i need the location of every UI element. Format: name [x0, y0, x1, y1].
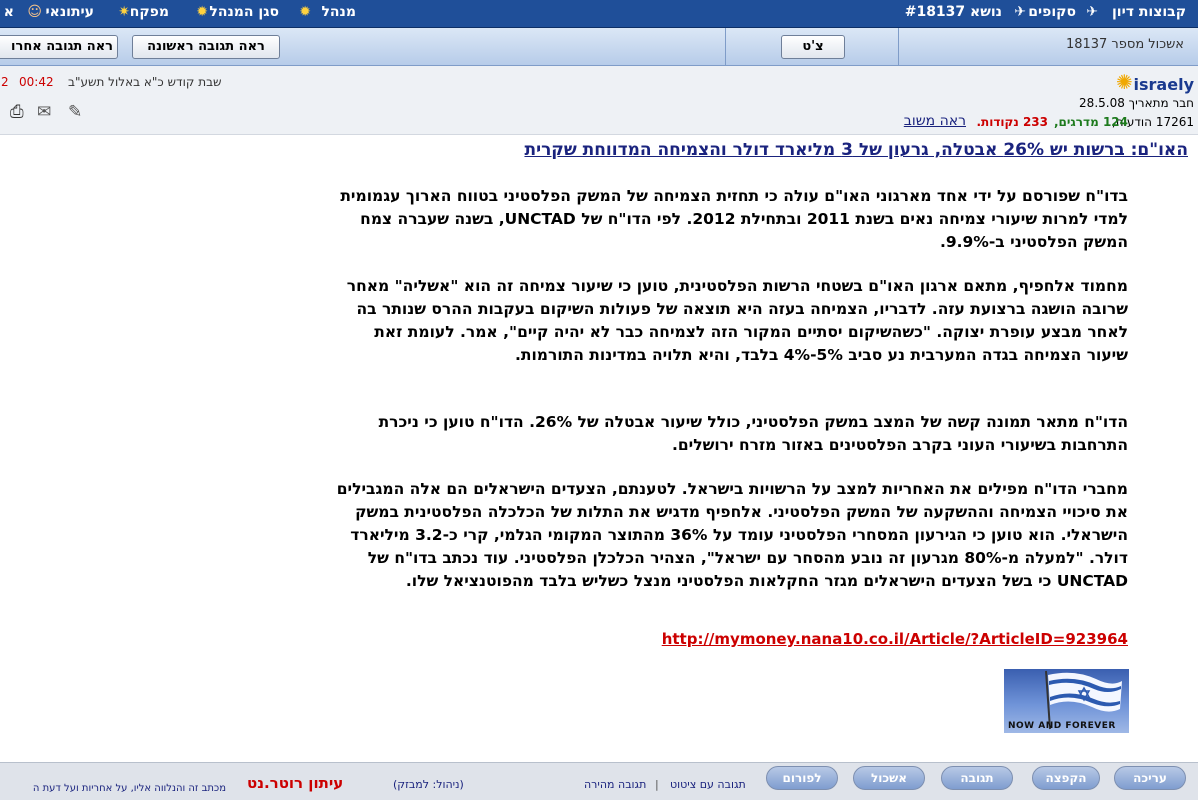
quote-reply-link[interactable]: תגובה עם ציטוט [670, 778, 746, 791]
moderation-link[interactable]: (ניהול: למבזק) [393, 778, 464, 791]
post-number: 2 [1, 75, 9, 89]
see-feedback-link[interactable]: ראה משוב [904, 113, 966, 129]
last-reply-button[interactable]: ראה תגובה אחרו [0, 35, 118, 59]
site-brand[interactable]: עיתון רוטר.נט [247, 774, 343, 792]
person-icon: ☺ [27, 4, 42, 20]
points-count: 233 נקודות. [976, 115, 1048, 129]
source-link[interactable]: http://mymoney.nana10.co.il/Article/?Art… [662, 630, 1128, 648]
reply-button[interactable]: תגובה [941, 766, 1013, 790]
username[interactable]: israely [1134, 75, 1194, 94]
rank-star-icon: ✺ [1116, 70, 1133, 94]
first-reply-button[interactable]: ראה תגובה ראשונה [132, 35, 280, 59]
chat-button[interactable]: צ'ט [781, 35, 845, 59]
article-paragraph: מחברי הדו"ח מפילים את האחריות למצב על הר… [336, 480, 1128, 590]
article-body: בדו"ח שפורסם על ידי אחד מארגוני האו"ם עו… [328, 185, 1128, 614]
nav-forums[interactable]: קבוצות דיון [1112, 4, 1186, 20]
edit-button[interactable]: עריכה [1114, 766, 1186, 790]
sun-icon: ✹ [196, 4, 208, 20]
flag-caption: NOW AND FOREVER [1008, 721, 1116, 731]
nav-truncated[interactable]: א [4, 4, 14, 20]
ratings-count: 124 מדרגים, [1053, 115, 1128, 129]
thread-number-label: אשכול מספר 18137 [1065, 37, 1184, 52]
toolbar-divider [898, 28, 899, 65]
link-separator: | [655, 778, 659, 791]
plane-icon: ✈ [1086, 4, 1098, 20]
edit-note-icon[interactable]: ✎ [68, 102, 82, 122]
bump-button[interactable]: הקפצה [1032, 766, 1100, 790]
top-nav-bar: קבוצות דיון ✈ סקופים ✈ נושא #18137 מנהל … [0, 0, 1198, 28]
nav-deputy-admin[interactable]: סגן המנהל [209, 4, 279, 20]
print-icon[interactable]: ⎙ [10, 102, 24, 122]
article-title[interactable]: האו"ם: ברשות יש 26% אבטלה, גרעון של 3 מל… [524, 140, 1188, 160]
quick-reply-link[interactable]: תגובה מהירה [584, 778, 646, 791]
email-icon[interactable]: ✉ [37, 102, 51, 122]
member-since: חבר מתאריך 28.5.08 [1079, 96, 1194, 110]
sun-icon: ✹ [299, 4, 311, 20]
star-icon: ✷ [118, 4, 130, 20]
plane-icon: ✈ [1014, 4, 1026, 20]
nav-scoops[interactable]: סקופים [1028, 4, 1076, 20]
israel-flag-image: NOW AND FOREVER [1004, 669, 1129, 733]
nav-admin[interactable]: מנהל [321, 4, 356, 20]
nav-supervisor[interactable]: מפקח [130, 4, 169, 20]
to-forum-button[interactable]: לפורום [766, 766, 838, 790]
article-paragraph: בדו"ח שפורסם על ידי אחד מארגוני האו"ם עו… [340, 187, 1128, 251]
article-paragraph: מחמוד אלחפיף, מתאם ארגון האו"ם בשטחי הרש… [346, 277, 1128, 364]
disclaimer-text: מכתב זה והנלווה אליו, על אחריות ועל דעת … [32, 783, 226, 794]
thread-button[interactable]: אשכול [853, 766, 925, 790]
post-time: 00:42 [19, 75, 54, 89]
nav-topic-number[interactable]: נושא #18137 [905, 4, 1002, 20]
hebrew-date: שבת קודש כ"א באלול תשע"ב [68, 75, 222, 89]
nav-journalist[interactable]: עיתונאי [46, 4, 94, 20]
article-paragraph: הדו"ח מתאר תמונה קשה של המצב במשק הפלסטי… [378, 413, 1128, 454]
toolbar-divider [725, 28, 726, 65]
